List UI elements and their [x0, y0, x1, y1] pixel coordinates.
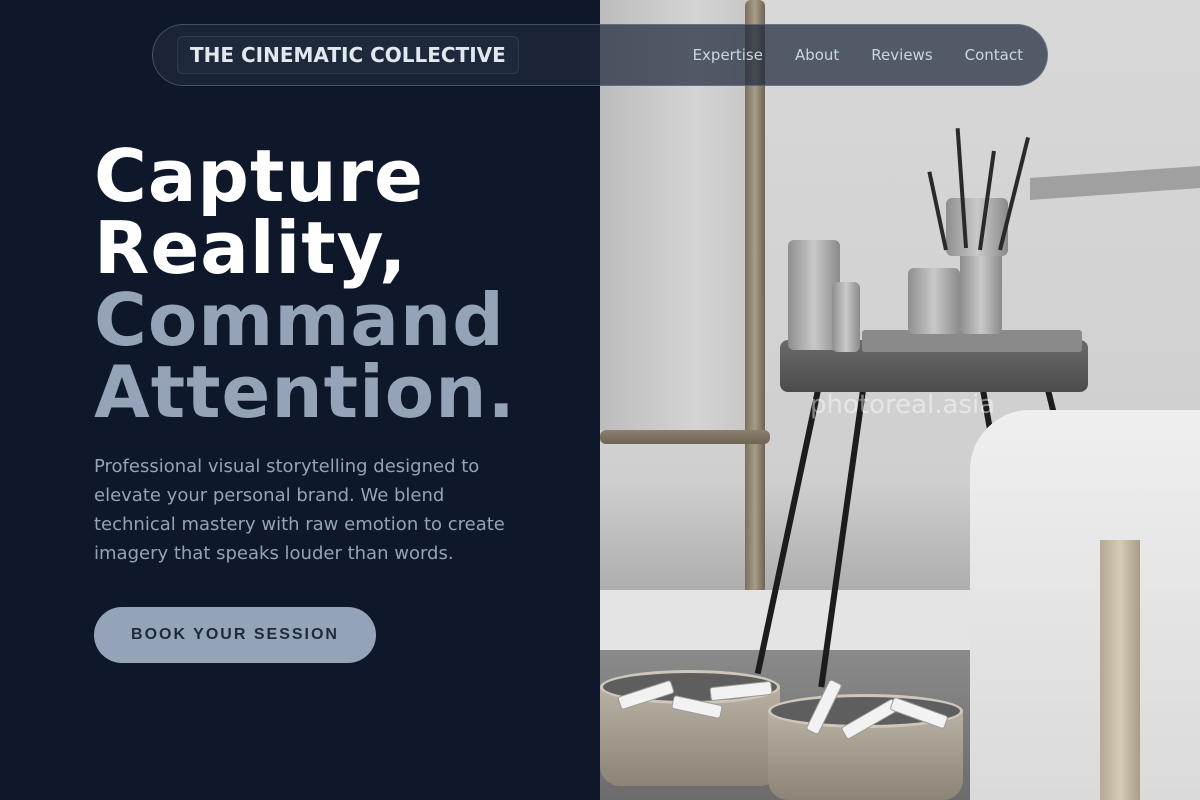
hero-photo: photoreal.asia: [600, 0, 1200, 800]
book-session-button[interactable]: BOOK YOUR SESSION: [94, 607, 376, 663]
headline-line-2: Reality,: [94, 206, 408, 290]
glass-jar: [908, 268, 960, 334]
nav-link-about[interactable]: About: [795, 46, 839, 64]
nav-link-expertise[interactable]: Expertise: [693, 46, 763, 64]
drafting-table: [1030, 166, 1200, 200]
hero-headline: Capture Reality, Command Attention.: [94, 140, 516, 428]
photo-watermark: photoreal.asia: [810, 390, 996, 420]
towel-chair: [970, 410, 1200, 800]
nav-links: Expertise About Reviews Contact: [693, 46, 1023, 64]
nav-link-contact[interactable]: Contact: [965, 46, 1023, 64]
nav-link-reviews[interactable]: Reviews: [871, 46, 932, 64]
bottle: [832, 282, 860, 352]
hero-description: Professional visual storytelling designe…: [94, 456, 505, 564]
paint-brush: [998, 136, 1031, 251]
brand-logo[interactable]: THE CINEMATIC COLLECTIVE: [177, 36, 519, 74]
headline-line-4: Attention.: [94, 350, 516, 434]
paint-brush: [927, 171, 948, 251]
ladder-rung: [600, 430, 770, 444]
headline-line-1: Capture: [94, 134, 424, 218]
headline-line-3: Command: [94, 278, 505, 362]
top-nav: THE CINEMATIC COLLECTIVE Expertise About…: [152, 24, 1048, 86]
chair-leg: [1100, 540, 1140, 800]
